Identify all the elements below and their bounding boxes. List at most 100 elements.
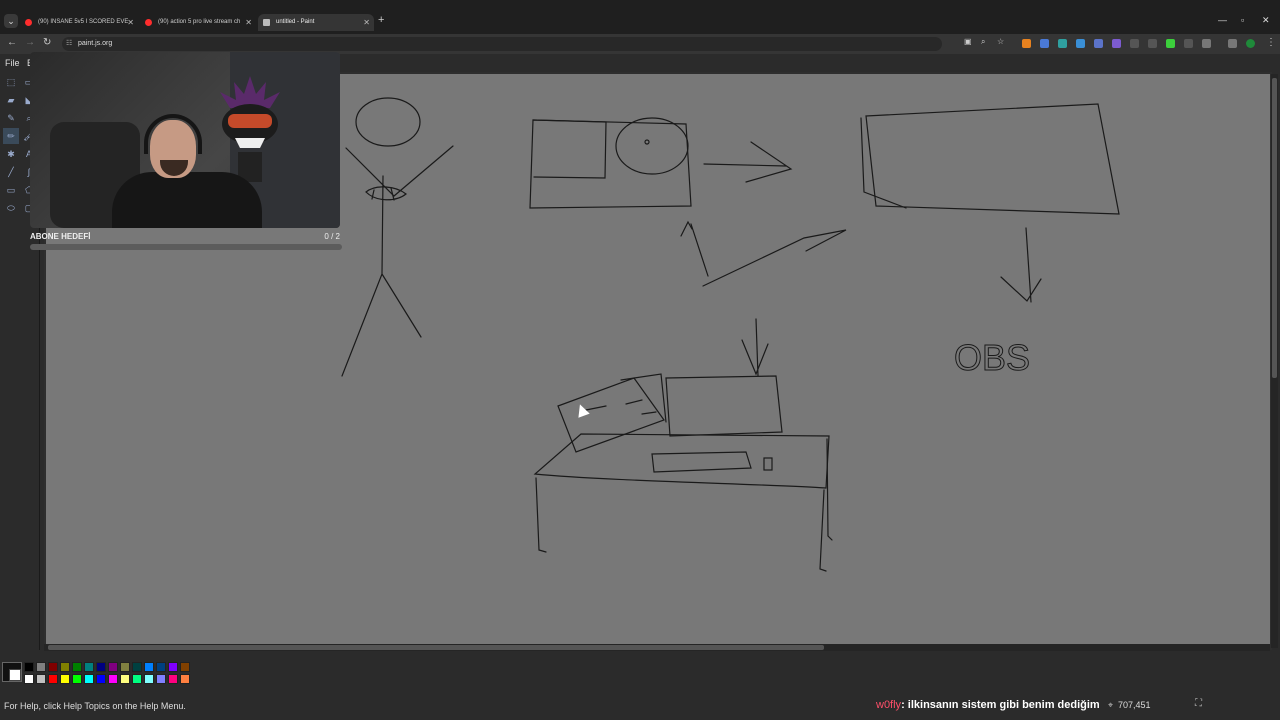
headset bbox=[144, 114, 202, 154]
desk-monitor-mid bbox=[620, 373, 667, 423]
eraser-icon[interactable]: ▰ bbox=[3, 92, 19, 108]
cursor-position-icon: ⌖ bbox=[1108, 700, 1114, 710]
current-color-swatch[interactable] bbox=[2, 662, 22, 682]
minimize-icon[interactable]: — bbox=[1218, 15, 1227, 25]
back-icon[interactable]: ← bbox=[7, 37, 17, 48]
color-swatch[interactable] bbox=[132, 674, 142, 684]
color-picker-icon[interactable]: ✎ bbox=[3, 110, 19, 126]
color-swatch[interactable] bbox=[60, 674, 70, 684]
cursor-coordinates: ⌖ 707,451 bbox=[1108, 700, 1151, 711]
extension-icon[interactable] bbox=[1130, 39, 1139, 48]
browser-tab[interactable]: (90) INSANE 5v5 I SCORED EVE ✕ bbox=[20, 14, 138, 31]
color-palette bbox=[0, 658, 200, 686]
circle-dot bbox=[644, 139, 650, 145]
vertical-scrollbar[interactable] bbox=[1271, 74, 1278, 648]
extension-icon[interactable] bbox=[1184, 39, 1193, 48]
tab-search-icon[interactable]: ⌄ bbox=[4, 14, 18, 28]
color-swatch[interactable] bbox=[168, 662, 178, 672]
stick-figure-body bbox=[341, 175, 422, 377]
profile-avatar[interactable] bbox=[1246, 39, 1255, 48]
close-icon[interactable]: ✕ bbox=[363, 14, 370, 31]
ellipse-icon[interactable]: ⬭ bbox=[3, 200, 19, 216]
color-swatch[interactable] bbox=[168, 674, 178, 684]
stick-figure-head bbox=[355, 97, 421, 147]
color-swatch[interactable] bbox=[120, 674, 130, 684]
horizontal-scroll-thumb[interactable] bbox=[48, 645, 824, 650]
color-swatch[interactable] bbox=[132, 662, 142, 672]
horizontal-scrollbar[interactable] bbox=[44, 644, 1270, 651]
extension-icon[interactable] bbox=[1076, 39, 1085, 48]
color-swatch[interactable] bbox=[180, 674, 190, 684]
browser-tab-active[interactable]: untitled - Paint ✕ bbox=[258, 14, 374, 31]
star-icon[interactable]: ☆ bbox=[997, 37, 1004, 46]
screen-box bbox=[865, 103, 1120, 215]
color-swatch[interactable] bbox=[36, 662, 46, 672]
color-swatch[interactable] bbox=[24, 662, 34, 672]
extension-icon[interactable] bbox=[1148, 39, 1157, 48]
site-info-icon[interactable]: ☷ bbox=[66, 37, 72, 51]
status-help-text: For Help, click Help Topics on the Help … bbox=[4, 701, 186, 711]
side-panel-icon[interactable] bbox=[1228, 39, 1237, 48]
color-swatch[interactable] bbox=[60, 662, 70, 672]
browser-toolbar: ← → ↻ ☷ paint.js.org ▣ ⌕ ☆ ⋮ bbox=[0, 34, 1280, 54]
color-swatch[interactable] bbox=[48, 662, 58, 672]
color-swatch[interactable] bbox=[96, 662, 106, 672]
kebab-menu-icon[interactable]: ⋮ bbox=[1266, 37, 1276, 48]
menu-file[interactable]: File bbox=[5, 58, 20, 68]
color-swatch[interactable] bbox=[156, 662, 166, 672]
close-icon[interactable]: ✕ bbox=[127, 14, 134, 31]
arrow-zigzag bbox=[680, 220, 847, 287]
color-swatch[interactable] bbox=[108, 674, 118, 684]
rectangle-icon[interactable]: ▭ bbox=[3, 182, 19, 198]
close-window-icon[interactable]: ✕ bbox=[1262, 15, 1270, 26]
youtube-icon bbox=[25, 19, 32, 26]
color-swatch[interactable] bbox=[108, 662, 118, 672]
vertical-scroll-thumb[interactable] bbox=[1272, 78, 1277, 378]
color-swatch[interactable] bbox=[24, 674, 34, 684]
line-icon[interactable]: ╱ bbox=[3, 164, 19, 180]
maximize-icon[interactable]: ▫ bbox=[1241, 15, 1244, 25]
color-swatch[interactable] bbox=[144, 674, 154, 684]
color-swatch[interactable] bbox=[96, 674, 106, 684]
reload-icon[interactable]: ↻ bbox=[43, 37, 51, 48]
plus-icon[interactable]: + bbox=[378, 14, 384, 26]
extension-icon[interactable] bbox=[1058, 39, 1067, 48]
address-bar[interactable]: ☷ paint.js.org bbox=[62, 37, 942, 51]
stick-figure-hands bbox=[365, 186, 407, 201]
extension-icon[interactable] bbox=[1112, 39, 1121, 48]
extension-icon[interactable] bbox=[1094, 39, 1103, 48]
desk-monitor-right bbox=[665, 375, 783, 437]
mouse bbox=[763, 457, 773, 471]
color-swatch[interactable] bbox=[84, 674, 94, 684]
install-icon[interactable]: ▣ bbox=[964, 37, 972, 46]
color-swatch[interactable] bbox=[156, 674, 166, 684]
coordinates-text: 707,451 bbox=[1118, 700, 1151, 710]
free-select-icon[interactable]: ⬚ bbox=[3, 74, 19, 90]
desk-surface bbox=[533, 433, 830, 489]
obs-label: OBS bbox=[954, 337, 1030, 378]
airbrush-icon[interactable]: ✱ bbox=[3, 146, 19, 162]
monitor-details bbox=[585, 399, 657, 415]
tab-title: untitled - Paint bbox=[276, 19, 315, 25]
close-icon[interactable]: ✕ bbox=[245, 14, 252, 31]
color-swatch[interactable] bbox=[36, 674, 46, 684]
color-swatch[interactable] bbox=[72, 662, 82, 672]
pencil-icon[interactable]: ✏ bbox=[3, 128, 19, 144]
youtube-icon bbox=[145, 19, 152, 26]
color-swatch[interactable] bbox=[72, 674, 82, 684]
circle-shape bbox=[615, 117, 689, 175]
forward-icon[interactable]: → bbox=[25, 37, 35, 48]
color-swatch[interactable] bbox=[48, 674, 58, 684]
color-swatch[interactable] bbox=[180, 662, 190, 672]
extension-icon[interactable] bbox=[1022, 39, 1031, 48]
url-text: paint.js.org bbox=[78, 40, 113, 47]
extension-icon[interactable] bbox=[1166, 39, 1175, 48]
extensions-menu-icon[interactable] bbox=[1202, 39, 1211, 48]
color-swatch[interactable] bbox=[84, 662, 94, 672]
color-swatch[interactable] bbox=[120, 662, 130, 672]
color-swatch[interactable] bbox=[144, 662, 154, 672]
extension-icon[interactable] bbox=[1040, 39, 1049, 48]
browser-tab[interactable]: (90) action 5 pro live stream ch ✕ bbox=[140, 14, 256, 31]
zoom-icon[interactable]: ⌕ bbox=[981, 37, 985, 47]
arrow-down bbox=[1000, 227, 1042, 303]
